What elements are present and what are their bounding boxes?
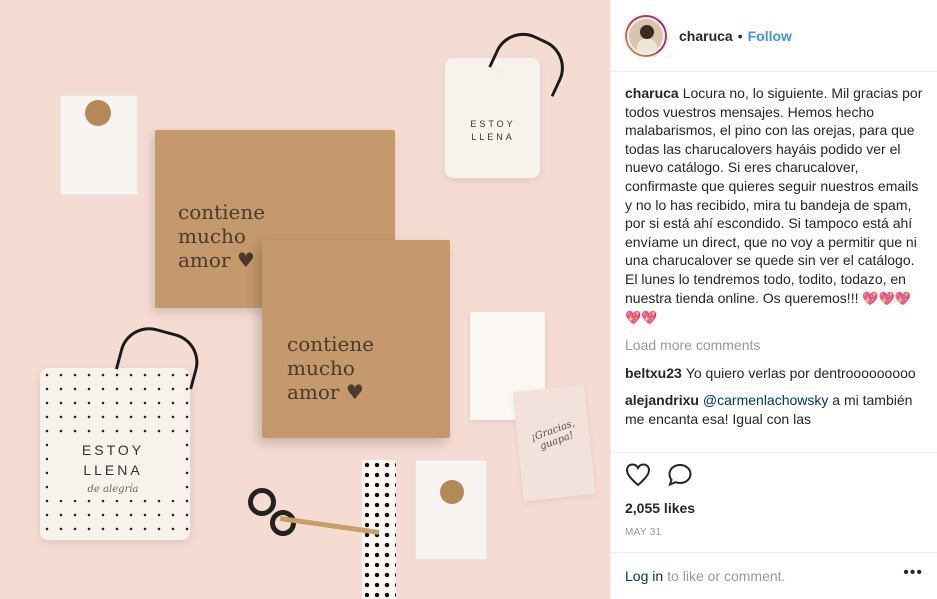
login-bar: Log in to like or comment. — [611, 552, 937, 599]
caption: charuca Locura no, lo siguiente. Mil grac… — [625, 84, 923, 328]
seal-sticker — [85, 100, 111, 126]
box2-line1: contiene — [287, 332, 375, 356]
post-date[interactable]: MAY 31 — [625, 527, 661, 538]
comment-icon[interactable] — [667, 463, 693, 492]
box1-line2: mucho — [178, 224, 246, 248]
header-username[interactable]: charuca — [679, 28, 733, 44]
header-separator: • — [737, 27, 743, 44]
login-link[interactable]: Log in — [625, 568, 663, 584]
box2-line2: mucho — [287, 356, 355, 380]
comments-list[interactable]: charuca Locura no, lo siguiente. Mil grac… — [611, 72, 937, 450]
envelope-bottom — [415, 460, 487, 560]
load-more-comments[interactable]: Load more comments — [625, 336, 923, 355]
box1-line1: contiene — [178, 200, 266, 224]
comment-item: beltxu23 Yo quiero verlas por dentroooooo… — [625, 364, 923, 383]
bag-small-line1: ESTOY — [470, 119, 516, 129]
comment-username[interactable]: beltxu23 — [625, 365, 682, 381]
bag-small-line2: LLENA — [471, 132, 515, 142]
login-text: to like or comment. — [667, 568, 786, 584]
comment-text: Yo quiero verlas por dentrooooooooo — [685, 365, 916, 382]
bag-small-text: ESTOY LLENA — [448, 118, 538, 144]
follow-button[interactable]: Follow — [748, 28, 792, 44]
comment-item: alejandrixu @carmenlachowsky a mi también… — [625, 391, 923, 428]
heart-icon[interactable] — [625, 463, 651, 492]
box2-line3-text: amor — [287, 380, 340, 404]
caption-username[interactable]: charuca — [625, 85, 679, 101]
post-header: charuca • Follow — [611, 0, 937, 72]
post-photo[interactable]: contiene mucho amor ♥ ESTOY LLENA contie… — [0, 0, 610, 599]
box1-text: contiene mucho amor ♥ — [178, 200, 265, 272]
comment-username[interactable]: alejandrixu — [625, 392, 699, 408]
box2-line3: amor ♥ — [287, 380, 364, 404]
scissors — [248, 488, 276, 516]
action-bar — [611, 452, 937, 492]
bag-large-text: ESTOY LLENA de alegría — [48, 440, 178, 500]
box2-text: contiene mucho amor ♥ — [287, 332, 374, 404]
more-options-icon[interactable]: ••• — [903, 564, 923, 582]
bag-large-script: de alegría — [87, 484, 139, 495]
avatar-image — [627, 16, 665, 55]
seal-sticker-bottom — [440, 480, 464, 504]
post-container: contiene mucho amor ♥ ESTOY LLENA contie… — [0, 0, 937, 599]
caption-text: Locura no, lo siguiente. Mil gracias por… — [625, 85, 923, 306]
bag-large-line2: LLENA — [83, 462, 143, 478]
bag-large-line1: ESTOY — [81, 442, 145, 458]
scissors-handle2 — [270, 510, 296, 536]
box1-line3: amor ♥ — [178, 248, 255, 272]
box1-line3-text: amor — [178, 248, 231, 272]
likes-count[interactable]: 2,055 likes — [625, 500, 695, 516]
comment-mention[interactable]: @carmenlachowsky — [703, 392, 828, 408]
post-sidebar: charuca • Follow charuca Locura no, lo si… — [610, 0, 937, 599]
avatar[interactable] — [625, 14, 667, 57]
